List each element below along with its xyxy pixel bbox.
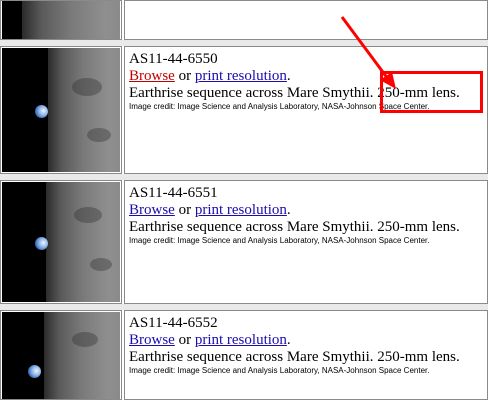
annotation-arrow-icon xyxy=(340,16,396,89)
